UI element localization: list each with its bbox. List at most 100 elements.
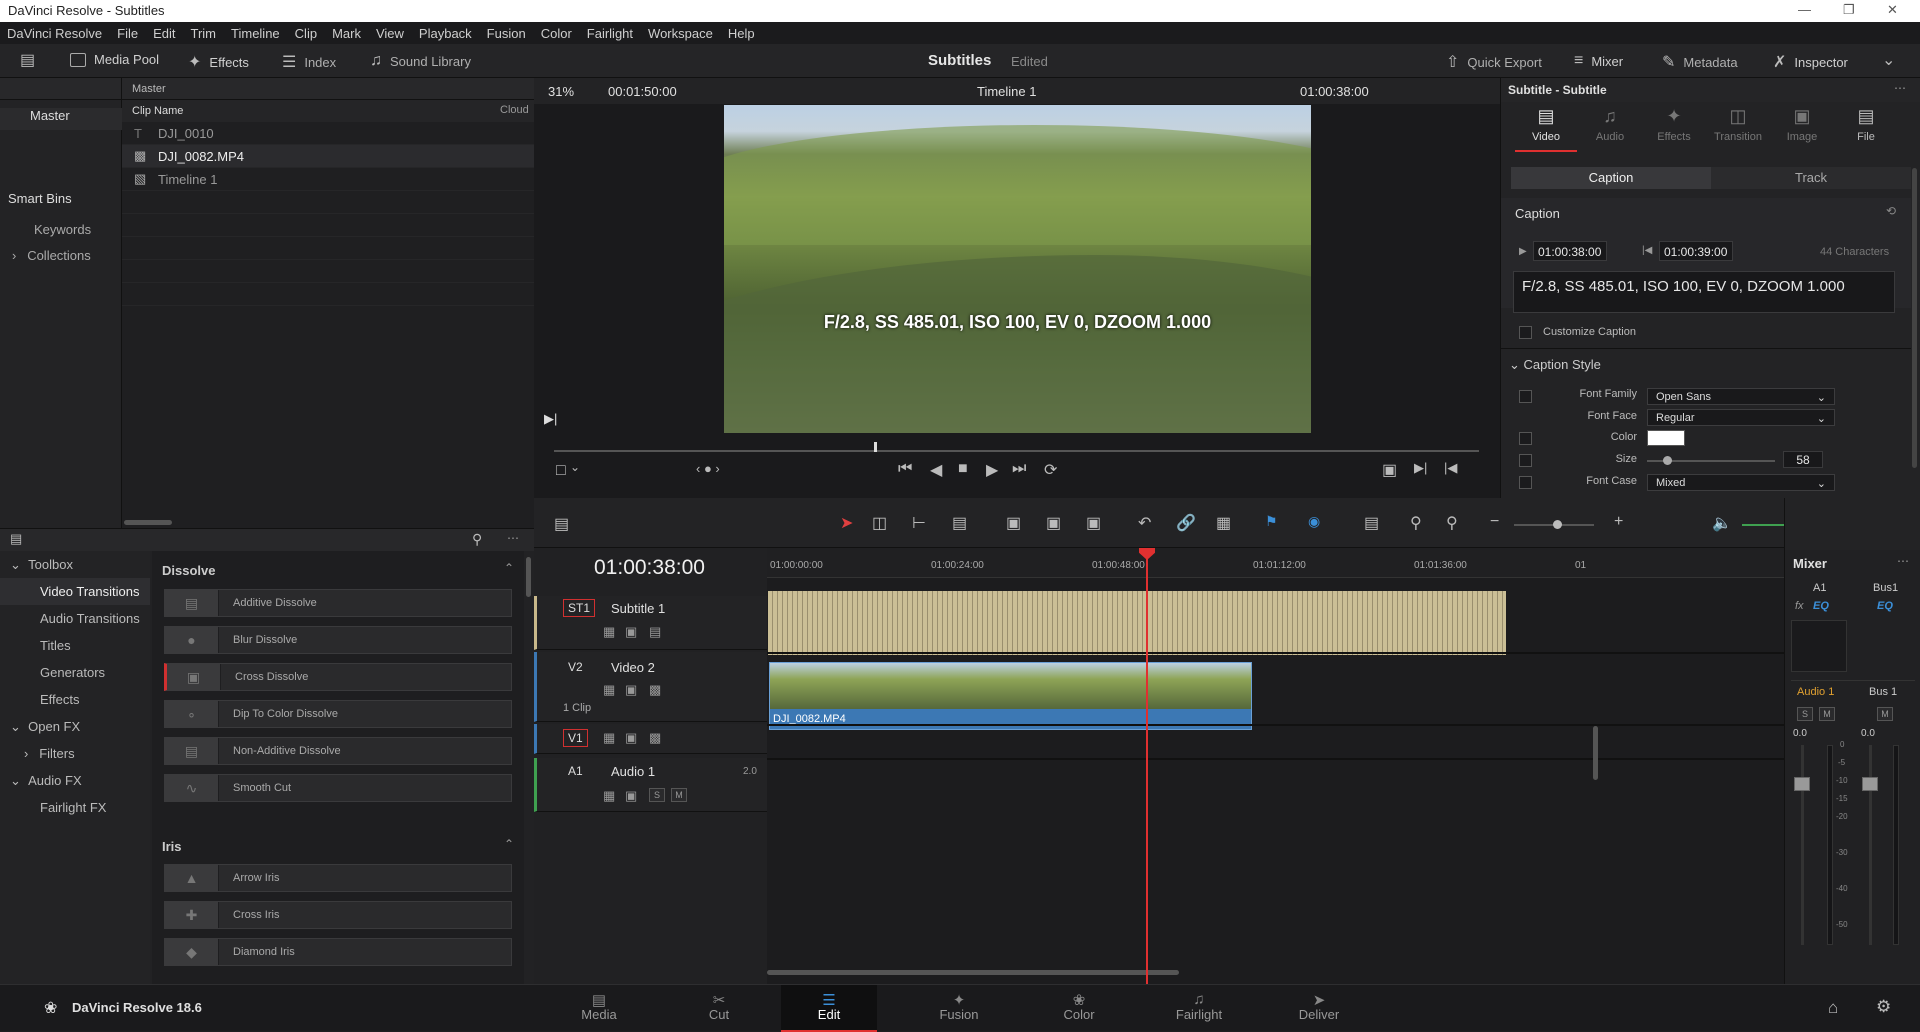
- settings-gear-icon[interactable]: ⚙: [1876, 997, 1891, 1017]
- track-id-v1[interactable]: V1: [563, 729, 588, 747]
- tab-video[interactable]: ▤ Video: [1515, 106, 1577, 143]
- replace-clip-icon[interactable]: ▣: [1086, 513, 1101, 533]
- font-case-dropdown[interactable]: Mixed ⌄: [1647, 474, 1835, 491]
- jog-icon[interactable]: ‹ ● ›: [696, 461, 720, 476]
- menu-view[interactable]: View: [376, 26, 404, 41]
- viewer-zoom[interactable]: 31%: [548, 84, 574, 99]
- fader-audio1[interactable]: [1794, 777, 1810, 791]
- home-icon[interactable]: ⌂: [1828, 998, 1838, 1018]
- tree-filters[interactable]: › Filters: [0, 740, 150, 767]
- prev-edit-icon[interactable]: |◀: [1444, 460, 1457, 476]
- page-deliver[interactable]: ➤ Deliver: [1271, 985, 1367, 1032]
- size-value[interactable]: 58: [1783, 451, 1823, 468]
- tab-transition[interactable]: ◫ Transition: [1707, 106, 1769, 143]
- collapse-icon[interactable]: ⌃: [504, 837, 514, 851]
- menu-color[interactable]: Color: [541, 26, 572, 41]
- menu-timeline[interactable]: Timeline: [231, 26, 280, 41]
- size-slider-knob[interactable]: [1663, 456, 1672, 465]
- page-media[interactable]: ▤ Media: [551, 985, 647, 1032]
- match-frame-icon[interactable]: ▣: [1382, 460, 1397, 480]
- fx-label[interactable]: fx: [1795, 600, 1804, 612]
- menu-davinci[interactable]: DaVinci Resolve: [7, 26, 102, 41]
- track-name-a1[interactable]: Audio 1: [611, 764, 655, 779]
- clip-item[interactable]: ▧ Timeline 1: [122, 168, 534, 191]
- effects-scrollbar[interactable]: [526, 557, 531, 597]
- link-icon[interactable]: 🔗: [1176, 513, 1196, 533]
- stop-icon[interactable]: ■: [958, 460, 968, 478]
- menu-fusion[interactable]: Fusion: [487, 26, 526, 41]
- tab-image[interactable]: ▣ Image: [1771, 106, 1833, 143]
- caption-style-header[interactable]: ⌄ Caption Style: [1509, 357, 1601, 373]
- viewer-timeline-name[interactable]: Timeline 1: [977, 84, 1036, 99]
- timeline-hscrollbar[interactable]: [767, 970, 1179, 975]
- video-enable-icon[interactable]: ▩: [649, 682, 661, 698]
- tree-generators[interactable]: Generators: [0, 659, 150, 686]
- zoom-full-icon[interactable]: ▤: [1364, 513, 1379, 533]
- size-keyframe[interactable]: [1519, 454, 1532, 467]
- lock-icon[interactable]: ▦: [1216, 513, 1231, 533]
- eq-label-bus[interactable]: EQ: [1877, 600, 1893, 612]
- timeline-timecode[interactable]: 01:00:38:00: [594, 556, 705, 580]
- panel-toggle-icon[interactable]: ▤: [10, 531, 22, 547]
- collapse-icon[interactable]: ⌃: [504, 561, 514, 575]
- minimize-button[interactable]: —: [1798, 2, 1811, 17]
- color-keyframe[interactable]: [1519, 432, 1532, 445]
- jump-to-end-icon[interactable]: ▶|: [544, 411, 557, 427]
- chevron-down-icon[interactable]: ⌄: [570, 460, 580, 474]
- metadata-button[interactable]: ✎ Metadata: [1662, 52, 1738, 72]
- eq-label[interactable]: EQ: [1813, 600, 1829, 612]
- lock-icon[interactable]: ▦: [603, 730, 615, 746]
- insert-clip-icon[interactable]: ▣: [1006, 513, 1021, 533]
- column-cloud[interactable]: Cloud: [500, 104, 529, 116]
- bin-collections[interactable]: › Collections: [12, 248, 91, 263]
- font-face-dropdown[interactable]: Regular ⌄: [1647, 409, 1835, 426]
- timeline-ruler[interactable]: 01:00:00:00 01:00:24:00 01:00:48:00 01:0…: [767, 548, 1784, 578]
- flag-icon[interactable]: ⚑: [1265, 513, 1278, 530]
- fx-smooth-cut[interactable]: ∿ Smooth Cut: [164, 774, 512, 802]
- inspector-scrollbar[interactable]: [1912, 168, 1917, 468]
- play-reverse-icon[interactable]: ◀: [930, 460, 942, 480]
- crop-icon[interactable]: □: [556, 462, 566, 480]
- menu-clip[interactable]: Clip: [295, 26, 317, 41]
- track-name-v2[interactable]: Video 2: [611, 660, 655, 675]
- lock-icon[interactable]: ▦: [603, 624, 615, 640]
- tab-effects[interactable]: ✦ Effects: [1643, 106, 1705, 143]
- solo-button[interactable]: S: [1797, 707, 1813, 721]
- mixer-button[interactable]: ≡ Mixer: [1574, 52, 1623, 70]
- skip-to-end-icon[interactable]: ⏭: [1012, 460, 1026, 478]
- tab-audio[interactable]: ♫ Audio: [1579, 106, 1641, 143]
- inspector-button[interactable]: ✗ Inspector: [1773, 52, 1848, 72]
- zoom-detail-icon[interactable]: ⚲: [1410, 513, 1422, 533]
- track-name-st1[interactable]: Subtitle 1: [611, 601, 665, 616]
- fader-bus1[interactable]: [1862, 777, 1878, 791]
- overwrite-clip-icon[interactable]: ▣: [1046, 513, 1061, 533]
- sound-library-button[interactable]: ♫ Sound Library: [370, 52, 471, 70]
- more-options-icon[interactable]: ⋯: [1894, 81, 1906, 95]
- color-swatch[interactable]: [1647, 430, 1685, 446]
- zoom-custom-icon[interactable]: ⚲: [1446, 513, 1458, 533]
- font-case-keyframe[interactable]: [1519, 476, 1532, 489]
- media-pool-button[interactable]: Media Pool: [70, 52, 159, 67]
- tree-titles[interactable]: Titles: [0, 632, 150, 659]
- close-button[interactable]: ✕: [1887, 2, 1898, 18]
- clip-item[interactable]: T DJI_0010: [122, 122, 534, 145]
- clips-scrollbar[interactable]: [124, 520, 172, 525]
- video-clip[interactable]: DJI_0082.MP4: [769, 662, 1252, 730]
- blade-tool-icon[interactable]: ▤: [952, 513, 967, 533]
- tree-video-transitions[interactable]: Video Transitions: [0, 578, 150, 605]
- subtitle-icon[interactable]: ▤: [649, 624, 661, 640]
- next-edit-icon[interactable]: ▶|: [1414, 460, 1427, 476]
- volume-icon[interactable]: 🔈: [1712, 513, 1732, 533]
- subtitle-clips[interactable]: [768, 591, 1506, 655]
- fx-cross-iris[interactable]: ✚ Cross Iris: [164, 901, 512, 929]
- menu-workspace[interactable]: Workspace: [648, 26, 713, 41]
- menu-help[interactable]: Help: [728, 26, 755, 41]
- menu-fairlight[interactable]: Fairlight: [587, 26, 633, 41]
- video-preview[interactable]: F/2.8, SS 485.01, ISO 100, EV 0, DZOOM 1…: [724, 105, 1311, 433]
- page-edit[interactable]: ☰ Edit: [781, 985, 877, 1032]
- video-enable-icon[interactable]: ▩: [649, 730, 661, 746]
- fx-dip-to-color[interactable]: ∘ Dip To Color Dissolve: [164, 700, 512, 728]
- page-fusion[interactable]: ✦ Fusion: [911, 985, 1007, 1032]
- zoom-in-icon[interactable]: +: [1614, 513, 1623, 531]
- snapping-icon[interactable]: ↶: [1138, 513, 1151, 533]
